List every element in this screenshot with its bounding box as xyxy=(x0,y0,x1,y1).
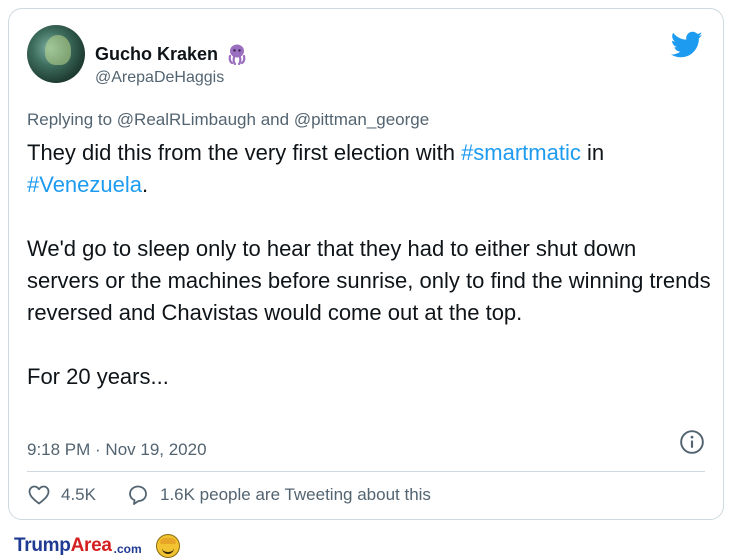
hashtag-smartmatic[interactable]: #smartmatic xyxy=(461,140,581,165)
handle[interactable]: @ArepaDeHaggis xyxy=(95,69,224,87)
hashtag-venezuela[interactable]: #Venezuela xyxy=(27,172,142,197)
display-name-text: Gucho Kraken xyxy=(95,43,219,64)
replying-prefix: Replying to xyxy=(27,110,113,129)
tweet-actions: 4.5K 1.6K people are Tweeting about this xyxy=(27,483,461,507)
watermark-trump: Trump xyxy=(14,535,71,556)
info-icon[interactable] xyxy=(679,429,705,455)
tweeting-about-text: 1.6K people are Tweeting about this xyxy=(159,485,431,504)
watermark-area: Area xyxy=(70,535,112,556)
watermark: Trump Area .com xyxy=(14,534,180,558)
p1-text-b: in xyxy=(580,140,605,165)
mention-pittman[interactable]: @pittman_george xyxy=(294,110,429,129)
tweet-paragraph-1: They did this from the very first electi… xyxy=(27,137,712,201)
twitter-bird-icon[interactable] xyxy=(671,31,703,59)
p1-text-c: . xyxy=(142,172,149,197)
like-count: 4.5K xyxy=(61,485,96,504)
p1-text-a: They did this from the very first electi… xyxy=(27,140,462,165)
replying-to: Replying to @RealRLimbaugh and @pittman_… xyxy=(27,110,429,130)
divider xyxy=(27,471,705,472)
like-button[interactable]: 4.5K xyxy=(27,483,96,507)
watermark-tld: .com xyxy=(113,541,142,556)
tweeting-about-button[interactable]: 1.6K people are Tweeting about this xyxy=(126,483,431,507)
display-name[interactable]: Gucho Kraken xyxy=(95,43,248,65)
replying-and: and xyxy=(260,110,290,129)
tweet-paragraph-3: For 20 years... xyxy=(27,364,169,389)
avatar[interactable] xyxy=(27,25,85,83)
tweet-paragraph-2: We'd go to sleep only to hear that they … xyxy=(27,236,711,325)
tweet-card: Gucho Kraken @ArepaDeHaggis Replying to … xyxy=(8,8,724,520)
mascot-face-icon xyxy=(155,534,180,558)
tweet-body: They did this from the very first electi… xyxy=(27,137,712,393)
heart-icon xyxy=(28,485,50,505)
octopus-icon xyxy=(228,44,246,65)
timestamp[interactable]: 9:18 PM · Nov 19, 2020 xyxy=(27,440,207,460)
speech-bubble-icon xyxy=(129,485,147,505)
mention-limbaugh[interactable]: @RealRLimbaugh xyxy=(117,110,256,129)
